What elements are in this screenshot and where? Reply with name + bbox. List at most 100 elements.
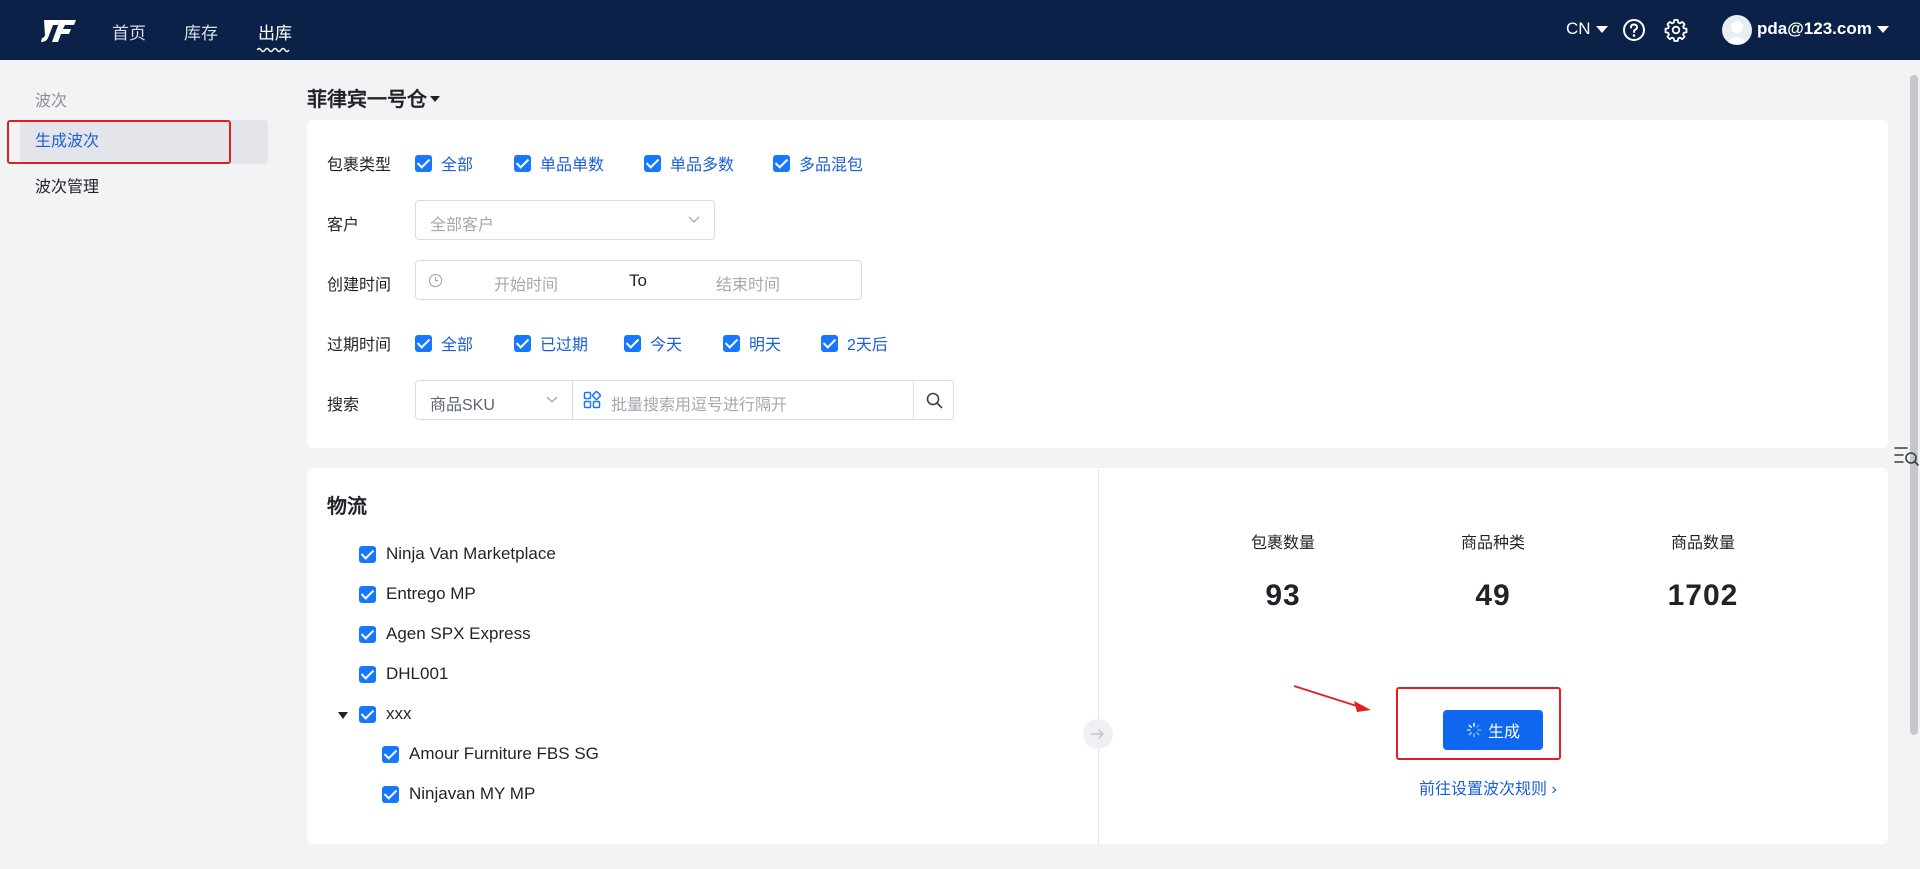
option-label: 已过期 — [540, 337, 589, 354]
language-selector[interactable]: CN — [1566, 19, 1608, 39]
stat-package-count-label: 包裹数量 — [1250, 535, 1315, 552]
sidebar: 波次 生成波次 波次管理 — [0, 60, 290, 869]
expire-time-option[interactable]: 今天 — [624, 331, 682, 355]
checkbox-checked-icon — [359, 585, 376, 603]
user-menu[interactable]: pda@123.com — [1757, 19, 1889, 39]
avatar[interactable] — [1722, 15, 1752, 45]
checkbox-checked-icon — [359, 705, 376, 723]
chevron-down-icon — [546, 396, 558, 403]
expire-time-option[interactable]: 明天 — [723, 331, 781, 355]
option-label: 多品混包 — [799, 157, 864, 174]
checkbox-checked-icon — [359, 625, 376, 643]
option-label: 今天 — [650, 337, 683, 354]
language-label: CN — [1566, 19, 1591, 38]
package-type-option[interactable]: 多品混包 — [773, 151, 863, 175]
logistics-group-label: xxx — [386, 704, 412, 723]
option-label: 单品单数 — [540, 157, 605, 174]
tree-expand-icon[interactable] — [338, 712, 348, 719]
highlight-box-sidebar — [7, 120, 231, 164]
checkbox-checked-icon — [415, 334, 432, 352]
expire-time-label: 过期时间 — [327, 337, 392, 354]
checkbox-checked-icon — [723, 334, 740, 352]
logistics-item[interactable]: Ninja Van Marketplace — [359, 544, 556, 564]
filter-search-icon[interactable] — [1893, 443, 1920, 469]
logistics-item[interactable]: DHL001 — [359, 664, 448, 684]
top-nav: 首页 库存 出库 CN pda@123.com — [0, 0, 1920, 60]
package-type-option[interactable]: 单品多数 — [644, 151, 734, 175]
logistics-item[interactable]: Ninjavan MY MP — [382, 784, 535, 804]
sidebar-item-wave-management[interactable]: 波次管理 — [20, 166, 268, 210]
logistics-item-label: DHL001 — [386, 664, 449, 683]
sidebar-group-title: 波次 — [35, 93, 68, 110]
start-time-input[interactable]: 开始时间 — [494, 271, 558, 295]
settings-icon[interactable] — [1664, 18, 1688, 42]
checkbox-checked-icon — [382, 785, 399, 803]
app-logo[interactable] — [38, 16, 78, 44]
expire-time-option[interactable]: 已过期 — [514, 331, 588, 355]
end-time-input[interactable]: 结束时间 — [716, 271, 780, 295]
logistics-item[interactable]: Agen SPX Express — [359, 624, 531, 644]
active-tab-indicator — [257, 47, 290, 53]
logistics-title: 物流 — [327, 496, 367, 518]
panel-divider — [1098, 470, 1099, 845]
expire-time-option[interactable]: 全部 — [415, 331, 473, 355]
warehouse-name: 菲律宾一号仓 — [307, 89, 427, 111]
wave-rule-link[interactable]: 前往设置波次规则 › — [1419, 775, 1557, 799]
search-field-value: 商品SKU — [430, 397, 495, 414]
search-placeholder: 批量搜索用逗号进行隔开 — [611, 397, 788, 414]
checkbox-checked-icon — [644, 154, 661, 172]
checkbox-checked-icon — [773, 154, 790, 172]
search-input[interactable]: 批量搜索用逗号进行隔开 — [572, 380, 954, 420]
search-button[interactable] — [913, 381, 953, 419]
package-type-option[interactable]: 单品单数 — [514, 151, 604, 175]
filter-card: 包裹类型 全部 单品单数 单品多数 多品混包 客户 全部客户 创建时间 开始时间… — [307, 120, 1888, 448]
help-icon[interactable] — [1622, 18, 1646, 42]
stat-item-qty-label: 商品数量 — [1670, 535, 1735, 552]
option-label: 2天后 — [847, 337, 888, 354]
logistics-item[interactable]: Entrego MP — [359, 584, 476, 604]
option-label: 全部 — [441, 157, 474, 174]
checkbox-checked-icon — [415, 154, 432, 172]
logistics-item[interactable]: Amour Furniture FBS SG — [382, 744, 599, 764]
transfer-arrow[interactable] — [1083, 719, 1113, 749]
warehouse-selector[interactable]: 菲律宾一号仓 — [307, 83, 440, 112]
batch-search-icon — [583, 391, 601, 409]
chevron-down-icon — [430, 96, 440, 102]
range-separator: To — [629, 271, 647, 290]
checkbox-checked-icon — [359, 665, 376, 683]
nav-home[interactable]: 首页 — [112, 19, 146, 44]
user-email: pda@123.com — [1757, 19, 1872, 38]
logistics-item-label: Amour Furniture FBS SG — [409, 744, 599, 763]
search-label: 搜索 — [327, 397, 360, 414]
nav-inventory[interactable]: 库存 — [184, 19, 218, 44]
option-label: 全部 — [441, 337, 474, 354]
created-time-label: 创建时间 — [327, 277, 392, 294]
option-label: 单品多数 — [670, 157, 735, 174]
package-type-label: 包裹类型 — [327, 157, 392, 174]
search-icon — [926, 392, 943, 409]
checkbox-checked-icon — [514, 334, 531, 352]
checkbox-checked-icon — [624, 334, 641, 352]
checkbox-checked-icon — [359, 545, 376, 563]
logistics-item-label: Ninja Van Marketplace — [386, 544, 556, 563]
checkbox-checked-icon — [382, 745, 399, 763]
package-type-option[interactable]: 全部 — [415, 151, 473, 175]
customer-select[interactable]: 全部客户 — [415, 200, 715, 240]
expire-time-option[interactable]: 2天后 — [821, 331, 888, 355]
customer-label: 客户 — [327, 217, 360, 234]
option-label: 明天 — [749, 337, 782, 354]
highlight-box-generate — [1396, 687, 1561, 760]
stat-sku-types-label: 商品种类 — [1460, 535, 1525, 552]
checkbox-checked-icon — [514, 154, 531, 172]
logistics-group[interactable]: xxx — [359, 704, 412, 724]
created-time-range[interactable]: 开始时间 To 结束时间 — [415, 260, 862, 300]
logistics-item-label: Ninjavan MY MP — [409, 784, 536, 803]
customer-placeholder: 全部客户 — [430, 217, 495, 234]
annotation-arrow — [1293, 685, 1371, 712]
logistics-item-label: Agen SPX Express — [386, 624, 531, 643]
nav-outbound[interactable]: 出库 — [258, 19, 292, 44]
search-field-select[interactable]: 商品SKU — [415, 380, 573, 420]
stat-package-count-value: 93 — [1265, 579, 1301, 612]
page-scrollbar[interactable] — [1910, 75, 1918, 735]
stat-sku-types-value: 49 — [1475, 579, 1511, 612]
